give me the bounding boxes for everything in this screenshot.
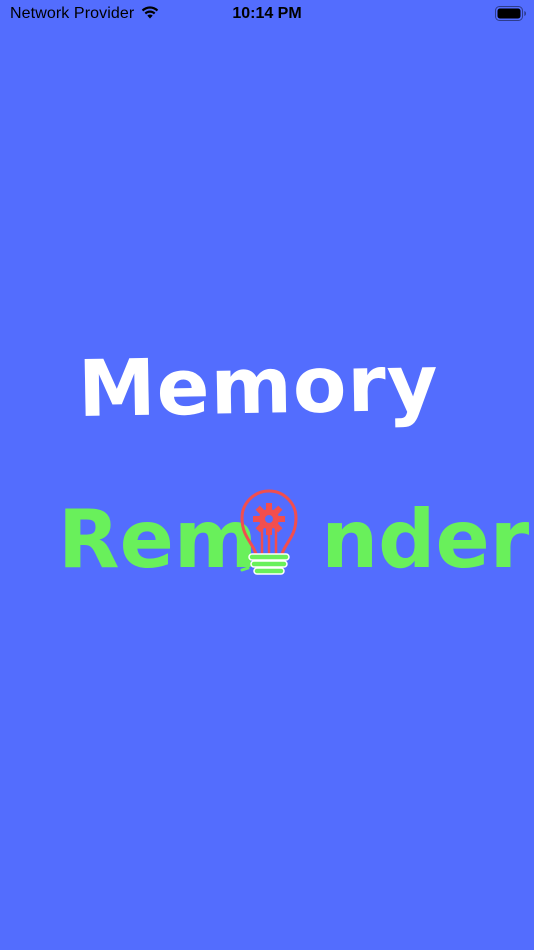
logo-line-reminder-prefix: Rem bbox=[58, 493, 258, 586]
splash-screen: Network Provider 10:14 PM Memory Rem nder bbox=[0, 0, 534, 950]
app-logo: Memory Rem nder bbox=[0, 0, 534, 950]
logo-line-memory: Memory bbox=[77, 338, 440, 435]
lightbulb-gear-icon bbox=[240, 489, 298, 575]
logo-line-reminder-suffix: nder bbox=[321, 493, 530, 586]
